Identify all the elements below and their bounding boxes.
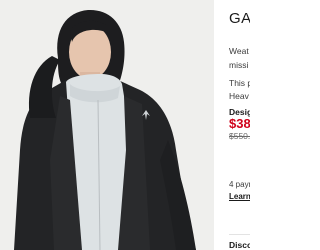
product-image[interactable] xyxy=(0,0,214,250)
original-price: $550. xyxy=(229,131,250,141)
section-divider xyxy=(229,234,250,235)
description-line: missi xyxy=(229,60,249,70)
product-title: GA xyxy=(229,10,250,27)
discover-section-label[interactable]: Disco xyxy=(229,240,250,250)
installment-payments-text: 4 payn xyxy=(229,180,250,189)
model-jacket-illustration xyxy=(0,0,214,250)
product-info-panel: GA Weat missi This p Heav Desig $38 $550… xyxy=(229,0,250,250)
sale-price: $38 xyxy=(229,116,250,131)
description-line: Heav xyxy=(229,91,249,101)
learn-more-link[interactable]: Learn xyxy=(229,192,250,201)
description-line: Weat xyxy=(229,46,249,56)
description-line: This p xyxy=(229,78,250,88)
